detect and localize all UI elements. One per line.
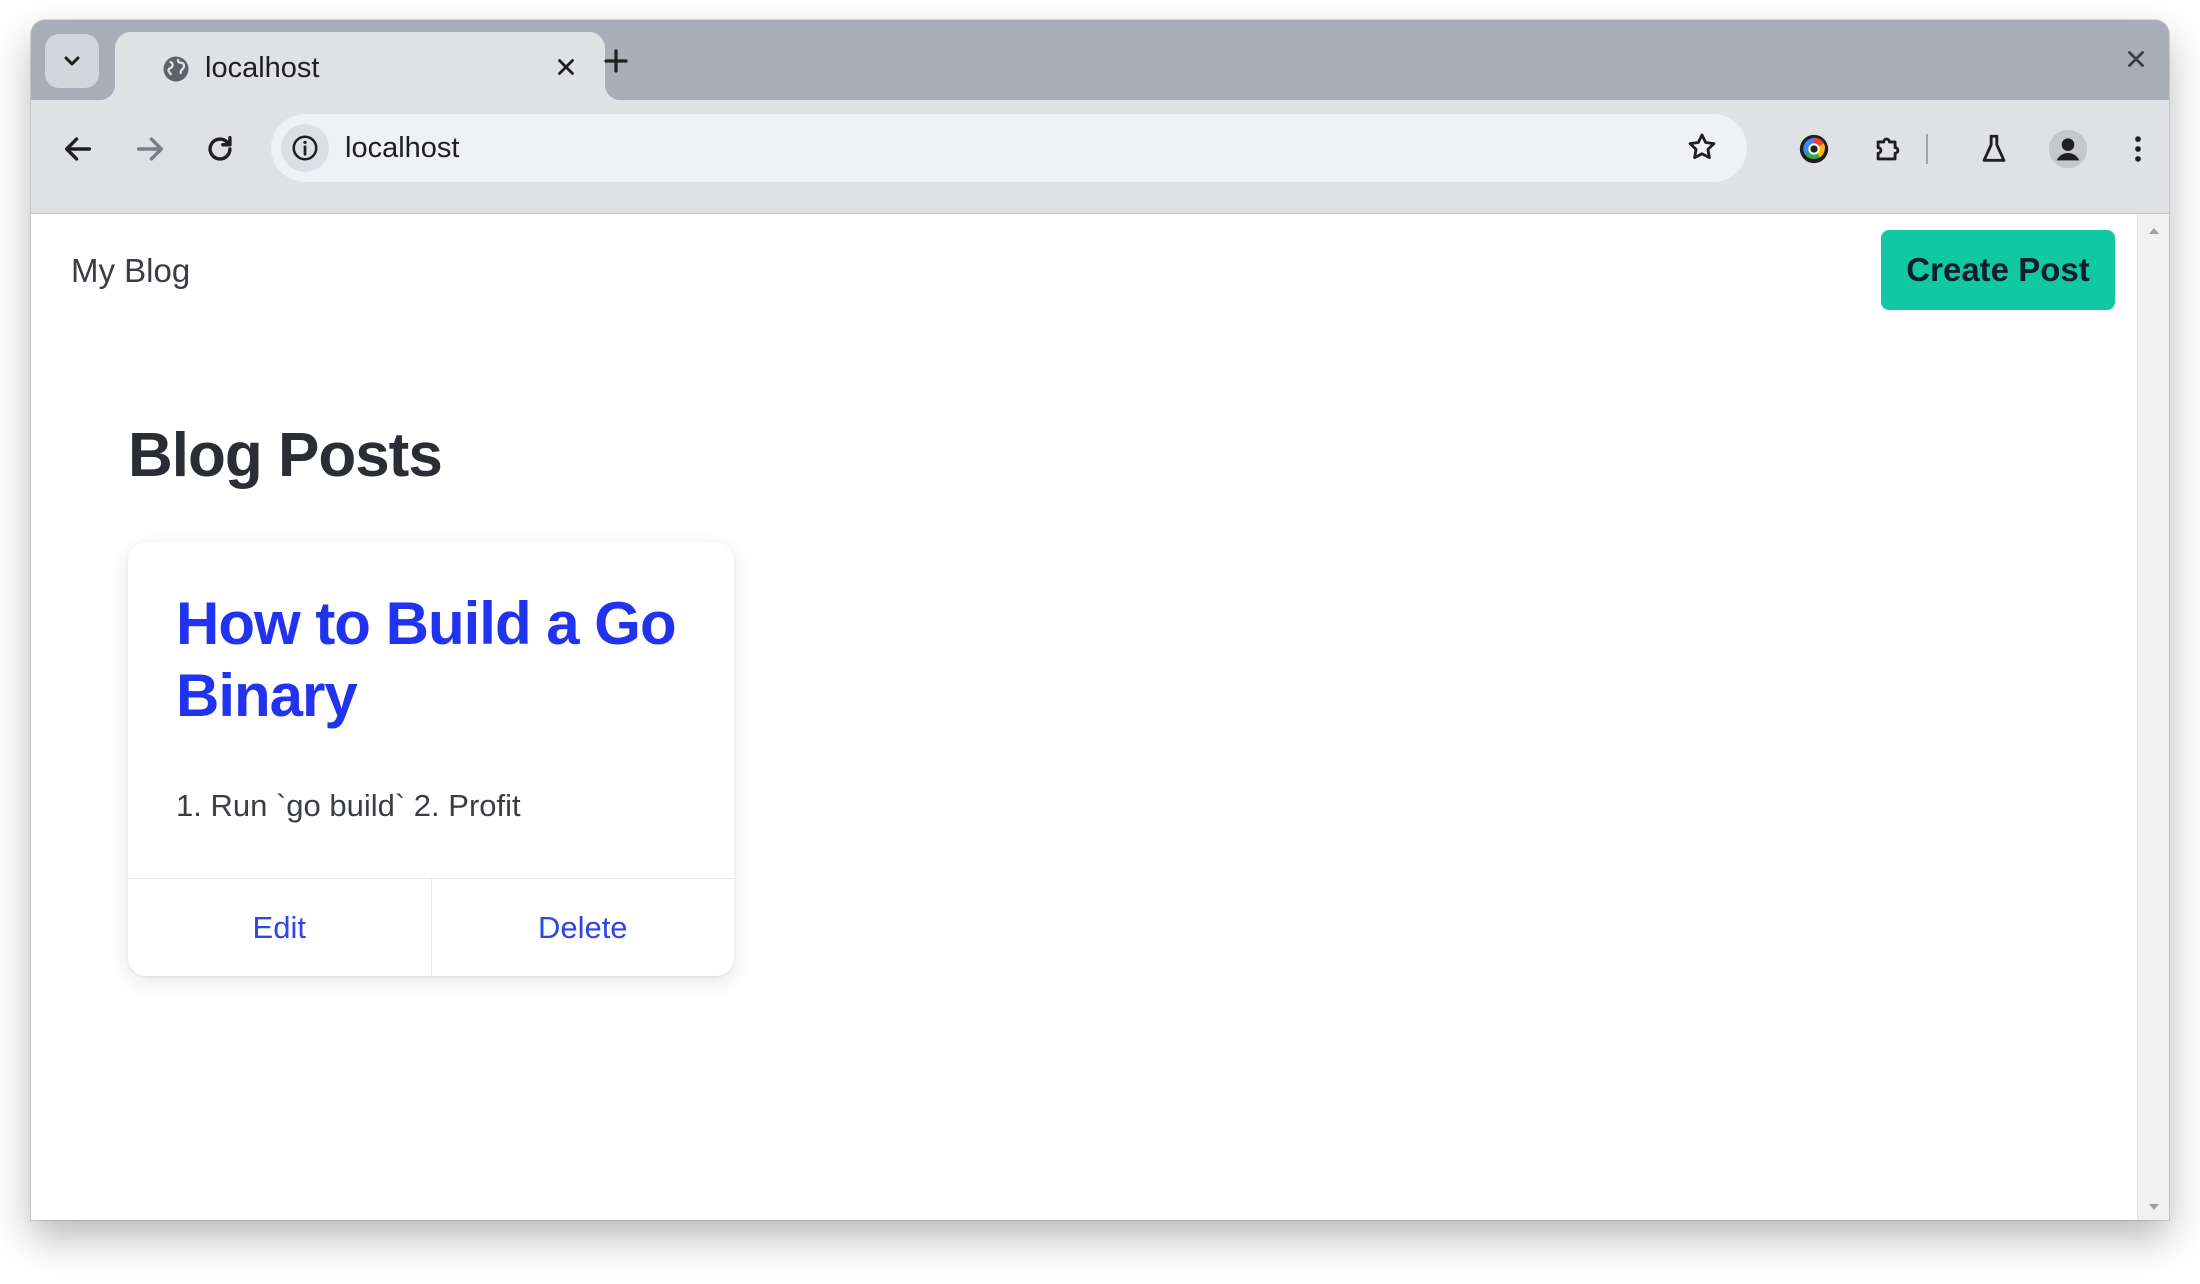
page-content: My Blog Create Post Blog Posts How to Bu… [31, 214, 2137, 1220]
page-scrollbar[interactable] [2137, 214, 2169, 1220]
close-icon[interactable] [553, 54, 579, 80]
tab-active[interactable]: localhost [99, 32, 621, 100]
profile-icon[interactable] [2047, 128, 2089, 170]
address-bar[interactable]: localhost [271, 114, 1747, 182]
tab-strip: localhost [31, 20, 2169, 100]
reload-icon[interactable] [203, 132, 237, 166]
address-url[interactable]: localhost [345, 132, 459, 165]
create-post-button[interactable]: Create Post [1881, 230, 2115, 310]
close-window-icon[interactable] [2123, 46, 2149, 72]
edit-button[interactable]: Edit [128, 879, 431, 976]
post-actions: Edit Delete [128, 878, 734, 976]
globe-icon [163, 56, 189, 82]
post-excerpt: 1. Run `go build` 2. Profit [176, 788, 521, 823]
more-vert-icon[interactable] [2121, 132, 2155, 166]
brand-link[interactable]: My Blog [71, 252, 190, 290]
info-icon [292, 135, 318, 161]
plus-icon[interactable] [601, 46, 631, 76]
scroll-down-arrow-icon[interactable] [2148, 1202, 2160, 1212]
delete-button[interactable]: Delete [430, 879, 735, 976]
toolbar-divider [1926, 134, 1928, 164]
flask-icon[interactable] [1977, 132, 2011, 166]
browser-window: localhost localhost My Blog Create Post … [31, 20, 2169, 1220]
site-info-button[interactable] [281, 124, 329, 172]
back-arrow-icon[interactable] [61, 132, 95, 166]
forward-arrow-icon[interactable] [133, 132, 167, 166]
post-card: How to Build a Go Binary 1. Run `go buil… [128, 542, 734, 976]
post-title-link[interactable]: How to Build a Go Binary [176, 588, 677, 732]
chevron-down-icon [64, 56, 80, 66]
color-extension-icon[interactable] [1797, 132, 1831, 166]
star-icon[interactable] [1685, 130, 1719, 164]
scroll-up-arrow-icon[interactable] [2148, 226, 2160, 236]
browser-toolbar: localhost [31, 100, 2169, 214]
tab-search-button[interactable] [45, 34, 99, 88]
tab-title: localhost [205, 52, 320, 84]
puzzle-icon[interactable] [1871, 132, 1905, 166]
page-title: Blog Posts [128, 421, 443, 490]
